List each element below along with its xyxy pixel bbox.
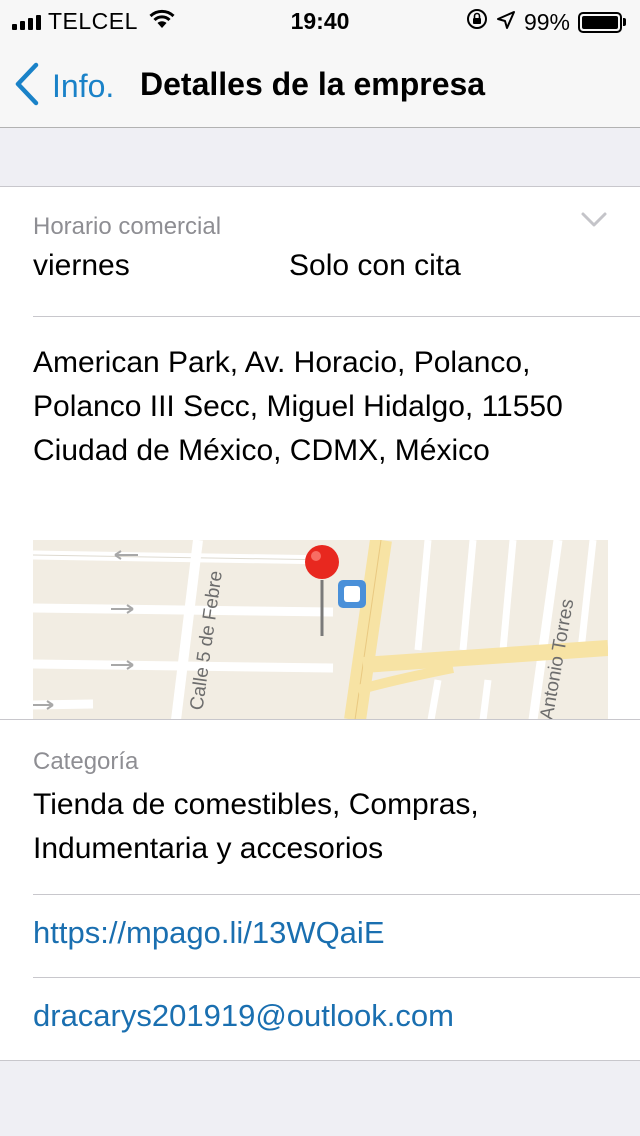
battery-percent: 99% (523, 8, 570, 35)
chevron-left-icon (14, 62, 40, 111)
battery-icon (578, 11, 626, 33)
status-bar: TELCEL 19:40 99% (0, 0, 640, 40)
navigation-bar: Info. Detalles de la empresa (0, 40, 640, 128)
category-value: Tienda de comestibles, Compras, Indument… (33, 788, 479, 865)
category-label: Categoría (33, 748, 139, 775)
orientation-lock-icon (466, 8, 488, 36)
location-icon (496, 9, 516, 36)
business-details-card: Horario comercial viernes Solo con cita … (0, 186, 640, 1061)
divider (0, 719, 640, 720)
map-preview[interactable]: Calle 5 de Febre Antonio Torres (33, 540, 608, 720)
divider (33, 894, 640, 895)
divider (33, 977, 640, 978)
page-title: Detalles de la empresa (140, 66, 486, 102)
hours-value: Solo con cita (289, 249, 461, 282)
status-right: 99% (466, 8, 626, 36)
back-button[interactable]: Info. (14, 62, 114, 111)
website-link[interactable]: https://mpago.li/13WQaiE (33, 915, 640, 951)
hours-label: Horario comercial (33, 213, 222, 240)
email-link[interactable]: dracarys201919@outlook.com (33, 998, 640, 1034)
chevron-down-icon[interactable] (580, 211, 608, 234)
back-button-label: Info. (52, 68, 115, 104)
divider (33, 316, 640, 317)
address-text: American Park, Av. Horacio, Polanco, Pol… (33, 346, 563, 467)
